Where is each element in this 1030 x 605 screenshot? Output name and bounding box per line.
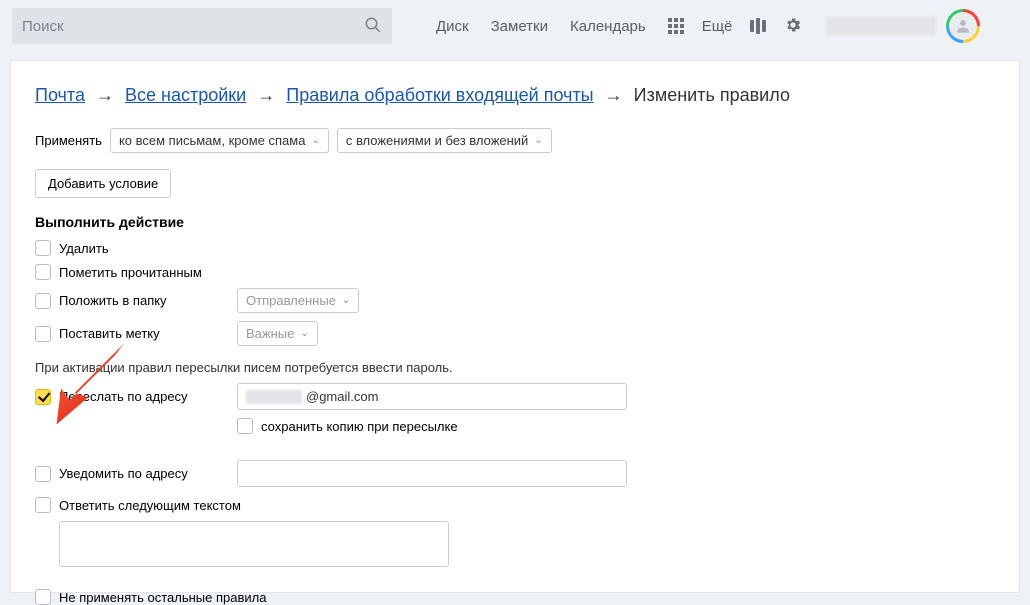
breadcrumb-sep: → <box>605 85 623 105</box>
breadcrumb-all-settings[interactable]: Все настройки <box>125 85 246 105</box>
mark-read-label: Пометить прочитанным <box>59 265 202 280</box>
save-copy-label: сохранить копию при пересылке <box>261 419 458 434</box>
breadcrumb-sep: → <box>257 85 275 105</box>
save-copy-checkbox[interactable] <box>237 418 253 434</box>
apps-grid-icon[interactable] <box>668 18 684 34</box>
apply-label: Применять <box>35 133 102 148</box>
avatar[interactable] <box>946 9 980 43</box>
add-condition-button[interactable]: Добавить условие <box>35 169 171 198</box>
user-name-redacted <box>826 17 936 35</box>
label-value: Важные <box>246 326 294 341</box>
reply-textarea[interactable] <box>59 521 449 567</box>
actions-title: Выполнить действие <box>35 214 995 230</box>
mark-read-checkbox[interactable] <box>35 264 51 280</box>
email-prefix-redacted <box>246 390 302 404</box>
action-mark-read-row: Пометить прочитанным <box>35 264 995 280</box>
action-move-folder-row: Положить в папку Отправленные ⌄ <box>35 288 995 313</box>
breadcrumb: Почта → Все настройки → Правила обработк… <box>35 85 995 106</box>
forward-email-input[interactable]: @gmail.com <box>237 383 627 410</box>
notify-row: Уведомить по адресу <box>35 460 995 487</box>
skip-rest-row: Не применять остальные правила <box>35 589 995 605</box>
breadcrumb-current: Изменить правило <box>634 85 790 105</box>
attachments-value: с вложениями и без вложений <box>346 133 529 148</box>
apply-to-value: ко всем письмам, кроме спама <box>119 133 305 148</box>
action-set-label-row: Поставить метку Важные ⌄ <box>35 321 995 346</box>
user-block[interactable] <box>826 9 980 43</box>
nav-links: Диск Заметки Календарь <box>436 18 646 35</box>
skip-rest-checkbox[interactable] <box>35 589 51 605</box>
set-label-label: Поставить метку <box>59 326 160 341</box>
search-input[interactable] <box>22 18 364 35</box>
reply-row: Ответить следующим текстом <box>35 497 995 513</box>
reply-checkbox[interactable] <box>35 497 51 513</box>
search-icon[interactable] <box>364 16 382 37</box>
equalizer-icon[interactable] <box>750 18 766 34</box>
skip-rest-label: Не применять остальные правила <box>59 590 266 605</box>
breadcrumb-mail[interactable]: Почта <box>35 85 85 105</box>
nav-more[interactable]: Ещё <box>702 18 733 35</box>
reply-label: Ответить следующим текстом <box>59 498 241 513</box>
forward-label: Переслать по адресу <box>59 389 188 404</box>
breadcrumb-sep: → <box>96 85 114 105</box>
forward-checkbox[interactable] <box>35 389 51 405</box>
nav-disk[interactable]: Диск <box>436 18 469 35</box>
app-header: Диск Заметки Календарь Ещё <box>0 0 1030 52</box>
move-folder-label: Положить в папку <box>59 293 167 308</box>
breadcrumb-rules[interactable]: Правила обработки входящей почты <box>286 85 593 105</box>
chevron-down-icon: ⌄ <box>300 328 308 339</box>
chevron-down-icon: ⌄ <box>342 295 350 306</box>
header-icons: Ещё <box>668 16 803 37</box>
save-copy-row: сохранить копию при пересылке <box>237 418 995 434</box>
forward-row: Переслать по адресу @gmail.com <box>35 383 995 410</box>
label-dropdown[interactable]: Важные ⌄ <box>237 321 318 346</box>
set-label-checkbox[interactable] <box>35 326 51 342</box>
attachments-dropdown[interactable]: с вложениями и без вложений ⌄ <box>337 128 552 153</box>
chevron-down-icon: ⌄ <box>534 135 542 146</box>
folder-value: Отправленные <box>246 293 336 308</box>
delete-checkbox[interactable] <box>35 240 51 256</box>
folder-dropdown[interactable]: Отправленные ⌄ <box>237 288 359 313</box>
notify-email-input[interactable] <box>237 460 627 487</box>
add-condition-row: Добавить условие <box>35 169 995 198</box>
action-delete-row: Удалить <box>35 240 995 256</box>
settings-panel: Почта → Все настройки → Правила обработк… <box>10 60 1020 593</box>
gear-icon[interactable] <box>784 16 802 37</box>
chevron-down-icon: ⌄ <box>311 135 319 146</box>
forward-email-suffix: @gmail.com <box>306 389 378 404</box>
apply-row: Применять ко всем письмам, кроме спама ⌄… <box>35 128 995 153</box>
move-folder-checkbox[interactable] <box>35 293 51 309</box>
notify-checkbox[interactable] <box>35 466 51 482</box>
apply-to-dropdown[interactable]: ко всем письмам, кроме спама ⌄ <box>110 128 329 153</box>
nav-notes[interactable]: Заметки <box>491 18 548 35</box>
search-box[interactable] <box>12 8 392 44</box>
delete-label: Удалить <box>59 241 109 256</box>
notify-label: Уведомить по адресу <box>59 466 188 481</box>
nav-calendar[interactable]: Календарь <box>570 18 646 35</box>
forward-password-note: При активации правил пересылки писем пот… <box>35 360 995 375</box>
